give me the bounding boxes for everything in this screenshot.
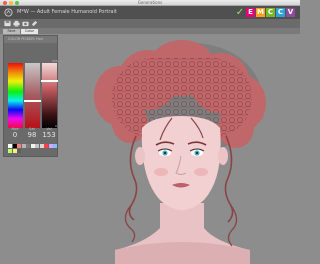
swatch-row: [8, 144, 58, 148]
color-swatch[interactable]: [30, 144, 35, 148]
header-letter-button-e[interactable]: E: [246, 8, 255, 17]
portrait-canvas[interactable]: [60, 28, 300, 264]
link-icon[interactable]: [31, 20, 38, 27]
color-picker-panel: COLOR PICKER: Hair 255 0 Hue Sat Val 0 9…: [3, 35, 58, 157]
color-swatch[interactable]: [39, 144, 44, 148]
confirm-button[interactable]: ✓: [235, 7, 245, 18]
color-swatch[interactable]: [8, 144, 12, 148]
print-icon[interactable]: [13, 20, 20, 27]
saturation-handle[interactable]: [24, 100, 41, 102]
header-letter-button-c[interactable]: C: [276, 8, 285, 17]
header-letter-button-m[interactable]: M: [256, 8, 265, 17]
color-swatch[interactable]: [35, 144, 39, 148]
tab-face[interactable]: Face: [3, 29, 20, 34]
color-swatch[interactable]: [17, 149, 21, 153]
color-swatch[interactable]: [12, 149, 17, 153]
swatch-row: [8, 149, 58, 153]
save-icon[interactable]: [4, 20, 11, 27]
color-swatch[interactable]: [8, 149, 12, 153]
color-swatch[interactable]: [44, 144, 48, 148]
value-handle[interactable]: [41, 80, 58, 82]
app-window: Generations M*W — Adult Female Humanoid …: [0, 0, 300, 264]
header-letter-button-v[interactable]: V: [286, 8, 295, 17]
app-logo-icon: [4, 8, 13, 17]
camera-icon[interactable]: [22, 20, 29, 27]
color-swatch[interactable]: [21, 144, 26, 148]
color-swatch[interactable]: [17, 144, 21, 148]
color-swatch[interactable]: [48, 144, 53, 148]
scale-max-label: 255: [52, 59, 58, 63]
saturation-slider[interactable]: [25, 63, 40, 128]
portrait-image: [94, 40, 266, 264]
hue-slider[interactable]: [8, 63, 23, 128]
header-letter-button-c[interactable]: C: [266, 8, 275, 17]
app-header: M*W — Adult Female Humanoid Portrait ✓ E…: [0, 6, 300, 19]
value-slider[interactable]: [42, 63, 57, 128]
hue-value: 0: [12, 131, 18, 139]
color-swatch[interactable]: [26, 144, 30, 148]
color-swatch[interactable]: [53, 144, 57, 148]
toolbar: [0, 19, 300, 28]
tab-color[interactable]: Color: [21, 29, 38, 34]
color-swatch[interactable]: [12, 144, 17, 148]
value-value: 153: [42, 131, 56, 139]
portrait-title: M*W — Adult Female Humanoid Portrait: [17, 9, 117, 15]
panel-title: COLOR PICKER: Hair: [4, 36, 57, 43]
saturation-value: 98: [27, 131, 37, 139]
